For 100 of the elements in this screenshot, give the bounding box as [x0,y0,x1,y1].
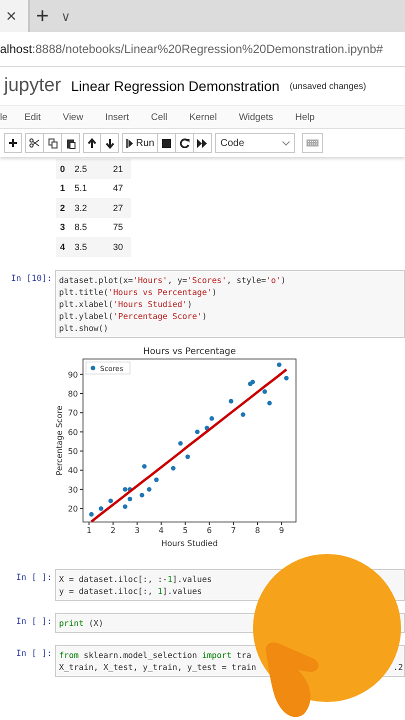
data-point [142,464,147,468]
x-tick: 7 [230,521,236,534]
table-cell-text: 5.1 [74,183,88,194]
table-cell-text: 21 [112,164,124,174]
data-point [276,362,282,367]
table-cell-text: 2.5 [74,164,88,174]
table-cell-text: 27 [112,202,124,213]
y-tick-label: 40 [68,466,78,475]
restart-button[interactable] [176,133,194,153]
fast-forward-icon [197,138,208,148]
scissors-icon [29,138,40,148]
data-point [267,400,272,405]
row-index: 4 [59,242,66,252]
plus-icon [8,138,18,148]
x-tick: 5 [182,521,188,534]
add-cell-button[interactable] [4,133,22,153]
stop-button[interactable] [158,133,176,153]
data-point [185,454,190,459]
menu-item[interactable]: le [0,112,8,122]
y-tick: 70 [68,408,84,418]
x-tick-label: 6 [206,526,212,534]
y-tick: 50 [68,446,84,456]
save-status: (unsaved changes) [290,81,366,91]
data-point [262,388,267,394]
y-tick-label: 70 [68,408,78,418]
row-index: 1 [59,183,66,194]
data-point [170,466,176,470]
data-point [228,398,234,403]
menu-item[interactable]: Edit [24,112,41,122]
x-tick-label: 9 [279,526,284,534]
x-tick-label: 2 [110,526,116,534]
move-down-button[interactable] [101,133,119,153]
table-cell-text: 3.5 [74,242,88,252]
address-bar[interactable]: alhost:8888/notebooks/Linear%20Regression%20Demonstration.ipynb# [0,32,405,67]
x-tick: 1 [86,521,92,534]
y-tick-label: 80 [68,389,78,398]
cut-button[interactable] [25,133,44,153]
down-arrow-icon [104,138,114,148]
y-tick-label: 50 [68,446,78,456]
y-tick: 30 [68,484,84,494]
input-prompt: In [ ]: [15,572,53,582]
menu-item[interactable]: Cell [150,112,168,122]
input-prompt: In [ ]: [15,648,53,658]
keyboard-icon [306,139,320,147]
table-cell-text: 47 [112,183,124,194]
menu-item[interactable]: Widgets [238,112,274,122]
table-cell-text: 8.5 [74,222,88,232]
stop-icon [162,138,172,148]
y-tick-label: 30 [68,484,78,494]
move-up-button[interactable] [83,133,101,153]
x-axis-label: Hours Studied [161,538,218,548]
row-index: 0 [59,164,66,174]
chart-title: Hours vs Percentage [143,346,236,356]
tab-list-button[interactable]: ∨ [60,8,71,24]
y-axis-label: Percentage Score [55,405,64,475]
table-cell-text: 3.2 [74,202,88,213]
y-tick-label: 90 [68,370,78,379]
input-prompt: In [10]: [10,272,53,284]
x-tick: 8 [254,521,260,534]
row-index: 2 [59,202,66,213]
x-tick: 6 [206,521,212,534]
y-tick: 20 [68,504,84,514]
jupyter-logo[interactable]: jupyter [4,75,62,97]
data-point [128,496,132,501]
run-button[interactable]: Run [122,133,158,153]
data-point [154,477,159,482]
menu-item[interactable]: Help [295,112,315,122]
step-icon [126,138,134,148]
copy-icon [48,138,58,148]
clipboard-icon [66,138,76,148]
menu-item[interactable]: View [62,112,84,122]
y-tick: 40 [68,466,84,475]
x-tick-label: 5 [182,526,188,534]
y-tick-label: 20 [68,504,78,514]
new-tab-button[interactable]: + [36,3,49,29]
notebook-title[interactable]: Linear Regression Demonstration [71,78,280,94]
x-tick-label: 8 [254,526,260,534]
x-tick-label: 3 [134,526,140,534]
data-point [284,375,289,380]
data-point [146,486,152,492]
restart-icon [180,138,190,148]
data-point [178,440,183,446]
copy-button[interactable] [44,133,62,153]
close-icon[interactable]: × [0,6,17,26]
menu-item[interactable]: Insert [105,112,129,122]
up-arrow-icon [87,138,97,148]
code-input[interactable]: dataset.plot(x='Hours', y='Scores', style='o') plt.title('Hours vs Percentage') plt.xlabel('Hours Studied') plt.ylabel('Percentage Score') plt.show() [55,270,405,338]
data-point [240,412,246,416]
menu-item[interactable]: Kernel [189,112,217,122]
y-tick: 90 [68,370,84,379]
data-point [204,425,210,430]
y-tick: 60 [68,427,84,436]
x-tick: 9 [279,521,284,534]
x-tick-label: 1 [86,526,92,534]
run-all-button[interactable] [194,133,212,153]
data-point [122,504,128,508]
data-point [209,416,214,420]
paste-button[interactable] [62,133,80,153]
browser-tab[interactable]: × [0,0,30,32]
cell-type-dropdown[interactable]: Code [215,133,296,153]
